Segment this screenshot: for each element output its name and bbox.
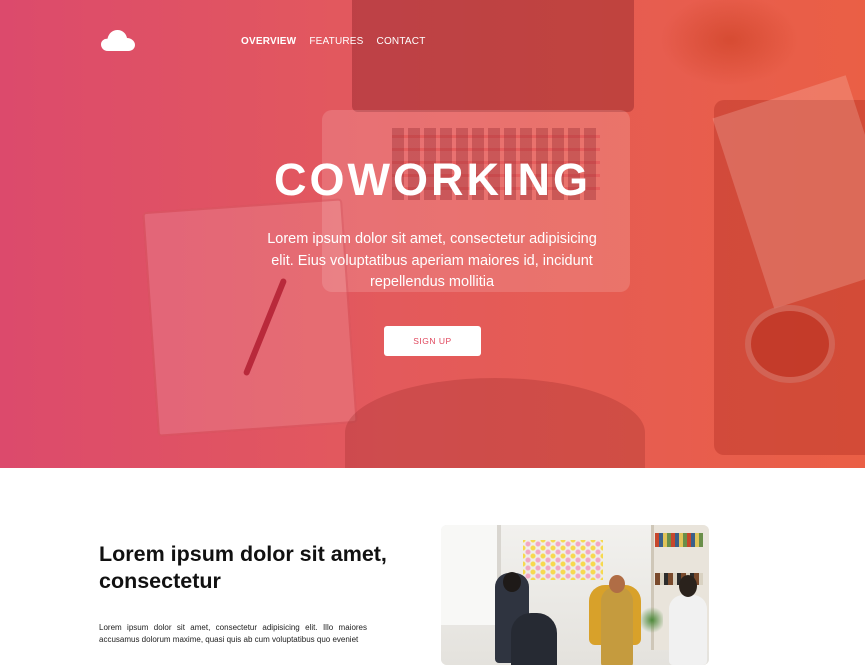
hero-photo-laptop-screen xyxy=(352,0,634,112)
cloud-icon[interactable] xyxy=(100,27,136,53)
sign-up-button[interactable]: SIGN UP xyxy=(384,326,481,356)
nav-item-contact[interactable]: CONTACT xyxy=(377,35,426,49)
hero-photo-person xyxy=(345,378,645,468)
hero-photo-cup xyxy=(745,305,835,383)
hero-photo-plant xyxy=(660,0,800,86)
hero-subtitle: Lorem ipsum dolor sit amet, consectetur … xyxy=(267,231,597,290)
hero-section: OVERVIEW FEATURES CONTACT COWORKING Lore… xyxy=(0,0,865,468)
nav-item-features[interactable]: FEATURES xyxy=(309,35,363,49)
main-nav: OVERVIEW FEATURES CONTACT xyxy=(241,35,426,49)
coworking-photo xyxy=(441,525,709,665)
nav-item-overview[interactable]: OVERVIEW xyxy=(241,35,296,49)
section-title: Lorem ipsum dolor sit amet, consectetur xyxy=(99,542,387,593)
section-body: Lorem ipsum dolor sit amet, consectetur … xyxy=(99,623,367,644)
hero-title: COWORKING xyxy=(274,154,591,205)
